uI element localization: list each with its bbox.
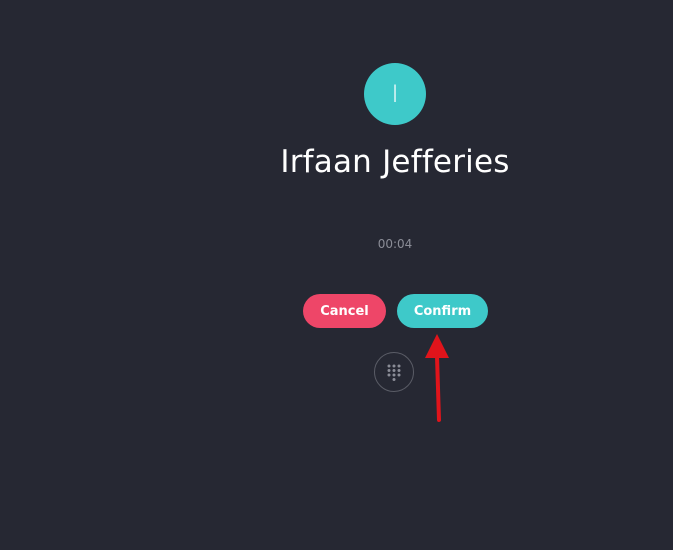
confirm-button[interactable]: Confirm — [397, 294, 488, 328]
contact-name: Irfaan Jefferies — [280, 144, 510, 180]
contact-initial: I — [391, 80, 399, 108]
call-timer: 00:04 — [377, 237, 413, 251]
cancel-button[interactable]: Cancel — [303, 294, 386, 328]
red-arrow-annotation — [425, 334, 449, 422]
contact-avatar: I — [364, 63, 426, 125]
dialpad-icon — [387, 364, 401, 381]
dialpad-button[interactable] — [374, 352, 414, 392]
